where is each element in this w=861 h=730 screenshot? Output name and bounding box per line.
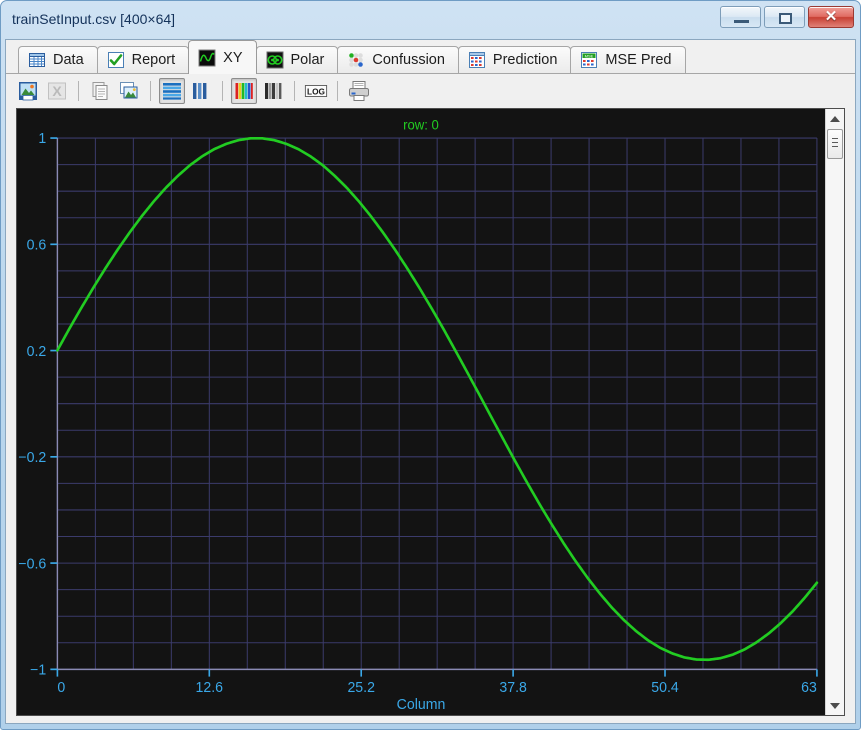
scroll-thumb[interactable] xyxy=(827,129,843,159)
tab-report[interactable]: Report xyxy=(96,46,190,73)
maximize-button[interactable] xyxy=(764,6,805,28)
title-bar: trainSetInput.csv [400×64] ✕ xyxy=(1,1,860,39)
tab-mse-pred[interactable]: MSE MSE Pred xyxy=(570,46,686,73)
copy-image-button[interactable] xyxy=(116,78,142,104)
chart-panel: 1 0.6 0.2 −0.2 −0.6 −1 0 12.6 25.2 37.8 50.4 63 ro… xyxy=(16,108,845,716)
plot-background xyxy=(17,109,825,715)
toolbar-separator xyxy=(222,80,223,101)
table-icon xyxy=(29,53,45,67)
window-title: trainSetInput.csv [400×64] xyxy=(12,11,176,27)
scroll-up-button[interactable] xyxy=(826,110,844,127)
tab-report-label: Report xyxy=(131,52,176,68)
tab-polar-label: Polar xyxy=(290,52,325,68)
restore-icon xyxy=(779,13,792,24)
color-mode-button[interactable] xyxy=(231,77,257,104)
copy-icon xyxy=(92,81,108,100)
y-tick-label: 1 xyxy=(38,131,46,147)
y-tick-label: 0.6 xyxy=(27,237,47,253)
x-tick-label: 50.4 xyxy=(651,680,679,696)
copy-image-icon xyxy=(120,81,138,98)
checkmark-icon xyxy=(107,52,124,68)
toolbar-separator xyxy=(150,80,151,101)
plot-area[interactable]: 1 0.6 0.2 −0.2 −0.6 −1 0 12.6 25.2 37.8 50.4 63 ro… xyxy=(17,109,825,715)
tab-xy[interactable]: XY xyxy=(188,40,257,74)
close-icon: ✕ xyxy=(824,8,838,25)
tab-xy-label: XY xyxy=(223,49,243,66)
mse-icon: MSE xyxy=(581,52,598,68)
x-tick-label: 12.6 xyxy=(196,680,224,696)
confusion-icon xyxy=(349,53,364,67)
minimize-button[interactable] xyxy=(720,6,761,28)
tab-mse-pred-label: MSE Pred xyxy=(605,52,672,68)
x-tick-label: 37.8 xyxy=(499,680,527,696)
copy-button[interactable] xyxy=(87,78,113,104)
y-tick-label: −0.6 xyxy=(18,556,46,572)
svg-text:X: X xyxy=(52,83,62,99)
export-excel-button[interactable]: X xyxy=(44,78,70,104)
excel-icon: X xyxy=(48,82,66,99)
rows-view-button[interactable] xyxy=(159,77,185,104)
tab-prediction-label: Prediction xyxy=(492,52,558,68)
columns-view-button[interactable] xyxy=(188,78,214,104)
color-bars-icon xyxy=(235,82,253,99)
polar-icon xyxy=(266,51,284,69)
chevron-up-icon xyxy=(830,115,840,122)
xy-plot[interactable]: 1 0.6 0.2 −0.2 −0.6 −1 0 12.6 25.2 37.8 50.4 63 ro… xyxy=(17,109,825,715)
toolbar-separator xyxy=(294,80,295,101)
x-axis-label: Column xyxy=(397,697,446,713)
x-tick-label: 63 xyxy=(801,680,817,696)
svg-text:MSE: MSE xyxy=(585,53,594,58)
vertical-scrollbar[interactable] xyxy=(825,109,844,715)
waveform-icon xyxy=(198,49,216,66)
gray-bars-icon xyxy=(265,82,282,99)
toolbar: X LOG xyxy=(6,74,855,107)
save-image-icon xyxy=(19,81,37,100)
y-tick-label: −0.2 xyxy=(18,450,46,466)
x-tick-label: 0 xyxy=(57,680,65,696)
application-window: trainSetInput.csv [400×64] ✕ Data Report… xyxy=(0,0,861,730)
chevron-down-icon xyxy=(830,702,840,709)
tab-data-label: Data xyxy=(53,52,84,68)
tab-prediction[interactable]: Prediction xyxy=(457,46,572,73)
y-tick-label: 0.2 xyxy=(27,344,47,360)
log-scale-button[interactable]: LOG xyxy=(303,78,329,104)
toolbar-separator xyxy=(337,80,338,101)
x-tick-label: 25.2 xyxy=(347,680,375,696)
horizontal-bars-icon xyxy=(163,82,181,100)
log-icon: LOG xyxy=(304,84,328,97)
gray-mode-button[interactable] xyxy=(260,78,286,104)
printer-icon xyxy=(349,80,369,101)
print-button[interactable] xyxy=(346,78,372,104)
scroll-grip-icon xyxy=(832,138,838,149)
tab-confusion-label: Confussion xyxy=(372,52,445,68)
save-image-button[interactable] xyxy=(15,78,41,104)
close-button[interactable]: ✕ xyxy=(808,6,854,28)
toolbar-separator xyxy=(78,80,79,101)
svg-text:LOG: LOG xyxy=(307,86,325,96)
minor-gridlines xyxy=(56,137,818,670)
window-controls: ✕ xyxy=(720,6,854,28)
minimize-icon xyxy=(734,20,749,23)
vertical-bars-icon xyxy=(193,82,207,99)
y-tick-label: −1 xyxy=(30,662,46,678)
scroll-down-button[interactable] xyxy=(826,697,844,714)
tab-polar[interactable]: Polar xyxy=(255,46,339,73)
client-area: Data Report XY Polar Confussion Predicti… xyxy=(5,39,856,724)
prediction-icon xyxy=(468,52,485,68)
tab-data[interactable]: Data xyxy=(18,46,98,73)
tab-confusion[interactable]: Confussion xyxy=(337,46,459,73)
chart-title: row: 0 xyxy=(403,118,439,133)
tab-bar: Data Report XY Polar Confussion Predicti… xyxy=(6,40,855,74)
